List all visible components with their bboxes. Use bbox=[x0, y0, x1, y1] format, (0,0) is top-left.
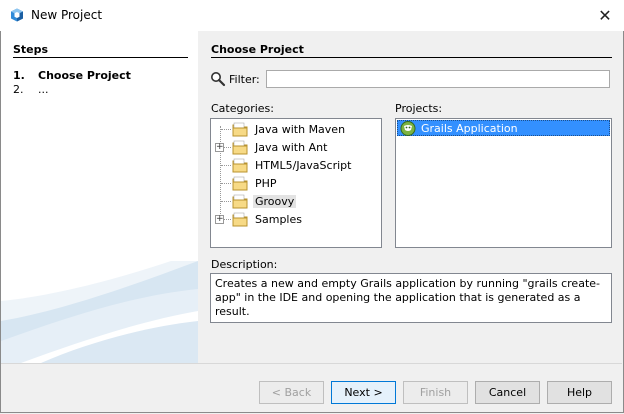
filter-label: Filter: bbox=[229, 73, 260, 86]
panel-title: Choose Project bbox=[211, 43, 304, 56]
folder-icon bbox=[232, 140, 248, 155]
close-button[interactable]: ✕ bbox=[592, 3, 618, 27]
folder-icon bbox=[232, 194, 248, 209]
step-label: Choose Project bbox=[38, 69, 131, 82]
tree-item-label: HTML5/JavaScript bbox=[255, 159, 352, 172]
window-title: New Project bbox=[31, 8, 103, 22]
close-icon: ✕ bbox=[598, 5, 612, 25]
panel-divider bbox=[211, 57, 612, 58]
folder-icon bbox=[232, 158, 248, 173]
step-number: 2. bbox=[13, 83, 24, 96]
tree-item-html5-javascript[interactable]: HTML5/JavaScript bbox=[211, 157, 381, 175]
grails-icon bbox=[400, 121, 416, 136]
steps-title: Steps bbox=[13, 43, 49, 56]
decorative-swoosh-graphic bbox=[1, 261, 198, 363]
tree-connector bbox=[221, 183, 231, 184]
button-bar-divider bbox=[1, 363, 622, 364]
cancel-button[interactable]: Cancel bbox=[475, 381, 540, 404]
categories-tree[interactable]: Java with Maven + Java with Ant HTML5/Ja… bbox=[210, 118, 382, 248]
tree-connector bbox=[221, 165, 231, 166]
description-text: Creates a new and empty Grails applicati… bbox=[210, 273, 612, 323]
tree-item-java-with-maven[interactable]: Java with Maven bbox=[211, 121, 381, 139]
folder-icon bbox=[232, 122, 248, 137]
tree-item-samples[interactable]: + Samples bbox=[211, 211, 381, 229]
categories-label: Categories: bbox=[211, 102, 274, 115]
finish-button[interactable]: Finish bbox=[403, 381, 468, 404]
search-icon bbox=[211, 72, 226, 87]
steps-panel: Steps 1. Choose Project 2.... bbox=[1, 31, 198, 363]
choose-project-panel: Choose Project Filter: Categories: Proje… bbox=[198, 31, 623, 363]
folder-icon bbox=[232, 212, 248, 227]
next-button[interactable]: Next > bbox=[331, 381, 396, 404]
expand-icon[interactable]: + bbox=[215, 215, 224, 224]
tree-item-groovy[interactable]: Groovy bbox=[211, 193, 381, 211]
tree-item-label: Groovy bbox=[253, 195, 297, 208]
folder-icon bbox=[232, 176, 248, 191]
tree-item-php[interactable]: PHP bbox=[211, 175, 381, 193]
back-button[interactable]: < Back bbox=[259, 381, 324, 404]
description-label: Description: bbox=[211, 258, 278, 271]
step-label: ... bbox=[38, 83, 49, 96]
filter-input[interactable] bbox=[266, 70, 610, 88]
step-number: 1. bbox=[13, 69, 25, 82]
tree-item-label: Java with Ant bbox=[255, 141, 328, 154]
project-item-grails-application[interactable]: Grails Application bbox=[397, 120, 610, 136]
expand-icon[interactable]: + bbox=[215, 143, 224, 152]
tree-item-label: Samples bbox=[255, 213, 302, 226]
step-2: 2.... bbox=[13, 83, 49, 96]
projects-label: Projects: bbox=[395, 102, 443, 115]
help-button[interactable]: Help bbox=[547, 381, 612, 404]
tree-item-java-with-ant[interactable]: + Java with Ant bbox=[211, 139, 381, 157]
tree-item-label: Java with Maven bbox=[255, 123, 346, 136]
step-1: 1. Choose Project bbox=[13, 69, 131, 82]
projects-list[interactable]: Grails Application bbox=[395, 118, 612, 248]
title-bar: New Project ✕ bbox=[0, 0, 624, 31]
tree-connector bbox=[221, 201, 231, 202]
netbeans-app-icon bbox=[11, 8, 23, 22]
project-item-label: Grails Application bbox=[421, 122, 518, 135]
tree-connector bbox=[221, 129, 231, 130]
tree-item-label: PHP bbox=[255, 177, 277, 190]
steps-divider bbox=[13, 57, 188, 58]
